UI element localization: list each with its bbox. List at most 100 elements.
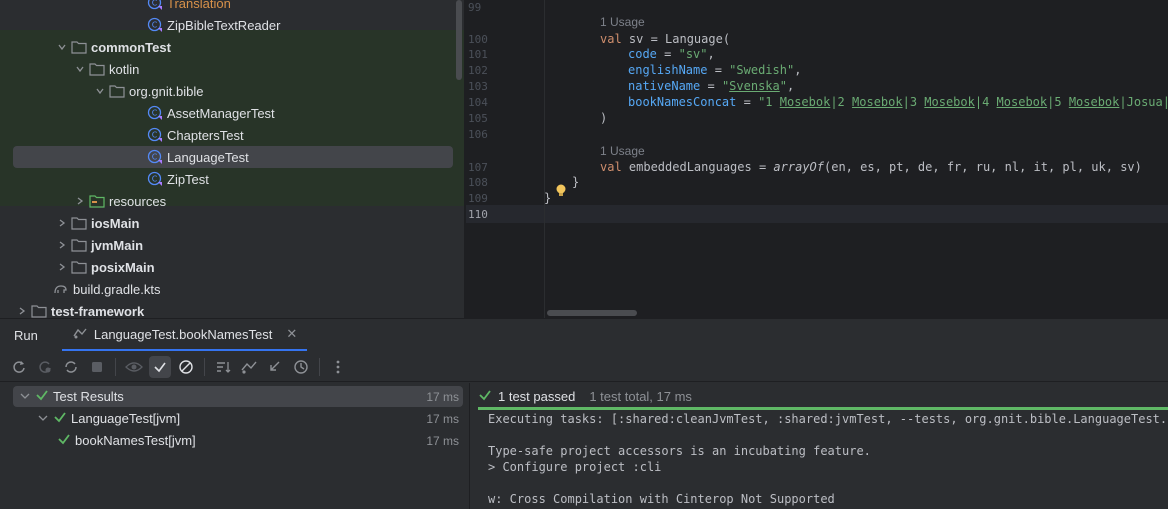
tree-item[interactable]: C LanguageTest	[13, 146, 453, 168]
stop-icon[interactable]	[86, 356, 108, 378]
tree-item-label: build.gradle.kts	[73, 281, 161, 297]
chevron-right-icon[interactable]	[54, 212, 70, 234]
kotlin-class-icon: C	[146, 17, 164, 33]
folder-icon	[70, 215, 88, 231]
history-icon[interactable]	[290, 356, 312, 378]
test-duration: 17 ms	[426, 411, 459, 426]
test-result-row[interactable]: Test Results 17 ms	[13, 386, 463, 407]
console-output[interactable]: Executing tasks: [:shared:cleanJvmTest, …	[488, 412, 1168, 509]
tree-item-label: ZipTest	[167, 171, 209, 187]
tree-item-label: LanguageTest	[167, 149, 249, 165]
tree-item[interactable]: kotlin	[0, 58, 464, 80]
chevron-down-icon[interactable]	[37, 411, 49, 426]
more-options-icon[interactable]	[327, 356, 349, 378]
usage-hint[interactable]: 1 Usage	[600, 144, 645, 158]
console-line: > Configure project :cli	[488, 460, 662, 474]
line-number: 105	[468, 112, 488, 125]
run-tool-window: Run LanguageTest.bookNamesTest ✕ Test Re…	[0, 318, 1168, 509]
project-tree: C Translation C ZipBibleTextReader commonTes…	[0, 0, 464, 318]
code-line-103: nativeName = "Svenska",	[628, 79, 795, 93]
svg-text:C: C	[152, 0, 158, 8]
tree-item[interactable]: C AssetManagerTest	[0, 102, 464, 124]
code-line-101: code = "sv",	[628, 47, 715, 61]
test-status-bar: 1 test passed 1 test total, 17 ms	[478, 385, 692, 407]
line-number: 102	[468, 64, 488, 77]
tree-item[interactable]: commonTest	[0, 36, 464, 58]
tree-item[interactable]: iosMain	[0, 212, 464, 234]
panel-divider[interactable]	[469, 383, 470, 509]
test-duration: 17 ms	[426, 389, 459, 404]
lightbulb-icon[interactable]	[554, 183, 568, 199]
chevron-down-icon[interactable]	[54, 36, 70, 58]
code-line-105: )	[600, 111, 608, 125]
folder-icon	[70, 39, 88, 55]
gutter-divider	[544, 0, 545, 318]
tree-item[interactable]: resources	[0, 190, 464, 212]
kotlin-class-icon: C	[146, 127, 164, 143]
check-icon	[35, 388, 49, 405]
chevron-down-icon[interactable]	[92, 80, 108, 102]
line-number: 109	[468, 192, 488, 205]
chevron-down-icon[interactable]	[72, 58, 88, 80]
toggle-auto-test-icon[interactable]	[60, 356, 82, 378]
sort-icon[interactable]	[212, 356, 234, 378]
tree-item-label: jvmMain	[91, 237, 144, 253]
kotlin-class-icon: C	[146, 0, 164, 11]
tab-language-test[interactable]: LanguageTest.bookNamesTest ✕	[61, 319, 308, 351]
current-line-highlight	[466, 205, 1168, 223]
tree-item[interactable]: jvmMain	[0, 234, 464, 256]
tree-item[interactable]: posixMain	[0, 256, 464, 278]
code-line-107: val embeddedLanguages = arrayOf(en, es, …	[600, 160, 1142, 174]
tree-item[interactable]: C Translation	[0, 0, 464, 14]
console-line: Executing tasks: [:shared:cleanJvmTest, …	[488, 412, 1168, 426]
tree-item-label: commonTest	[91, 39, 171, 55]
tree-item[interactable]: test-framework	[0, 300, 464, 318]
tree-item[interactable]: build.gradle.kts	[0, 278, 464, 300]
rerun-failed-icon[interactable]	[34, 356, 56, 378]
folder-icon	[88, 61, 106, 77]
svg-text:C: C	[152, 109, 158, 118]
tree-item[interactable]: org.gnit.bible	[0, 80, 464, 102]
tree-item[interactable]: C ZipTest	[0, 168, 464, 190]
gradle-icon	[52, 281, 70, 297]
tests-total-label: 1 test total, 17 ms	[589, 388, 692, 404]
tree-item[interactable]: C ChaptersTest	[0, 124, 464, 146]
tree-item[interactable]: C ZipBibleTextReader	[0, 14, 464, 36]
tab-label: LanguageTest.bookNamesTest	[93, 326, 273, 342]
usage-hint[interactable]: 1 Usage	[600, 15, 645, 29]
chevron-right-icon[interactable]	[72, 190, 88, 212]
check-icon	[478, 388, 492, 405]
svg-text:C: C	[152, 21, 158, 30]
collapse-icon[interactable]	[264, 356, 286, 378]
chevron-right-icon[interactable]	[14, 300, 30, 318]
run-tab-title[interactable]: Run	[14, 328, 38, 343]
close-tab-icon[interactable]: ✕	[286, 326, 297, 342]
editor-horizontal-scrollbar[interactable]	[547, 310, 637, 316]
line-number: 106	[468, 128, 488, 141]
code-editor[interactable]: 99 100 101 102 103 104 105 106 107 108 109 110 1 Us…	[466, 0, 1168, 318]
rerun-icon[interactable]	[8, 356, 30, 378]
folder-icon	[70, 237, 88, 253]
import-tests-icon[interactable]	[238, 356, 260, 378]
tree-scrollbar[interactable]	[456, 0, 462, 80]
kotlin-class-icon: C	[146, 105, 164, 121]
eye-icon[interactable]	[123, 356, 145, 378]
kotlin-class-icon: C	[146, 149, 164, 165]
tests-passed-label: 1 test passed	[498, 388, 576, 404]
test-result-row[interactable]: LanguageTest[jvm] 17 ms	[13, 408, 463, 429]
run-toolbar	[0, 352, 1168, 382]
chevron-right-icon[interactable]	[54, 256, 70, 278]
chevron-down-icon[interactable]	[19, 389, 31, 404]
show-passed-icon[interactable]	[149, 355, 171, 378]
svg-text:C: C	[152, 153, 158, 162]
line-number: 107	[468, 161, 488, 174]
chevron-right-icon[interactable]	[54, 234, 70, 256]
show-ignored-icon[interactable]	[175, 356, 197, 378]
folder-icon	[30, 303, 48, 318]
test-result-row[interactable]: bookNamesTest[jvm] 17 ms	[13, 430, 463, 451]
